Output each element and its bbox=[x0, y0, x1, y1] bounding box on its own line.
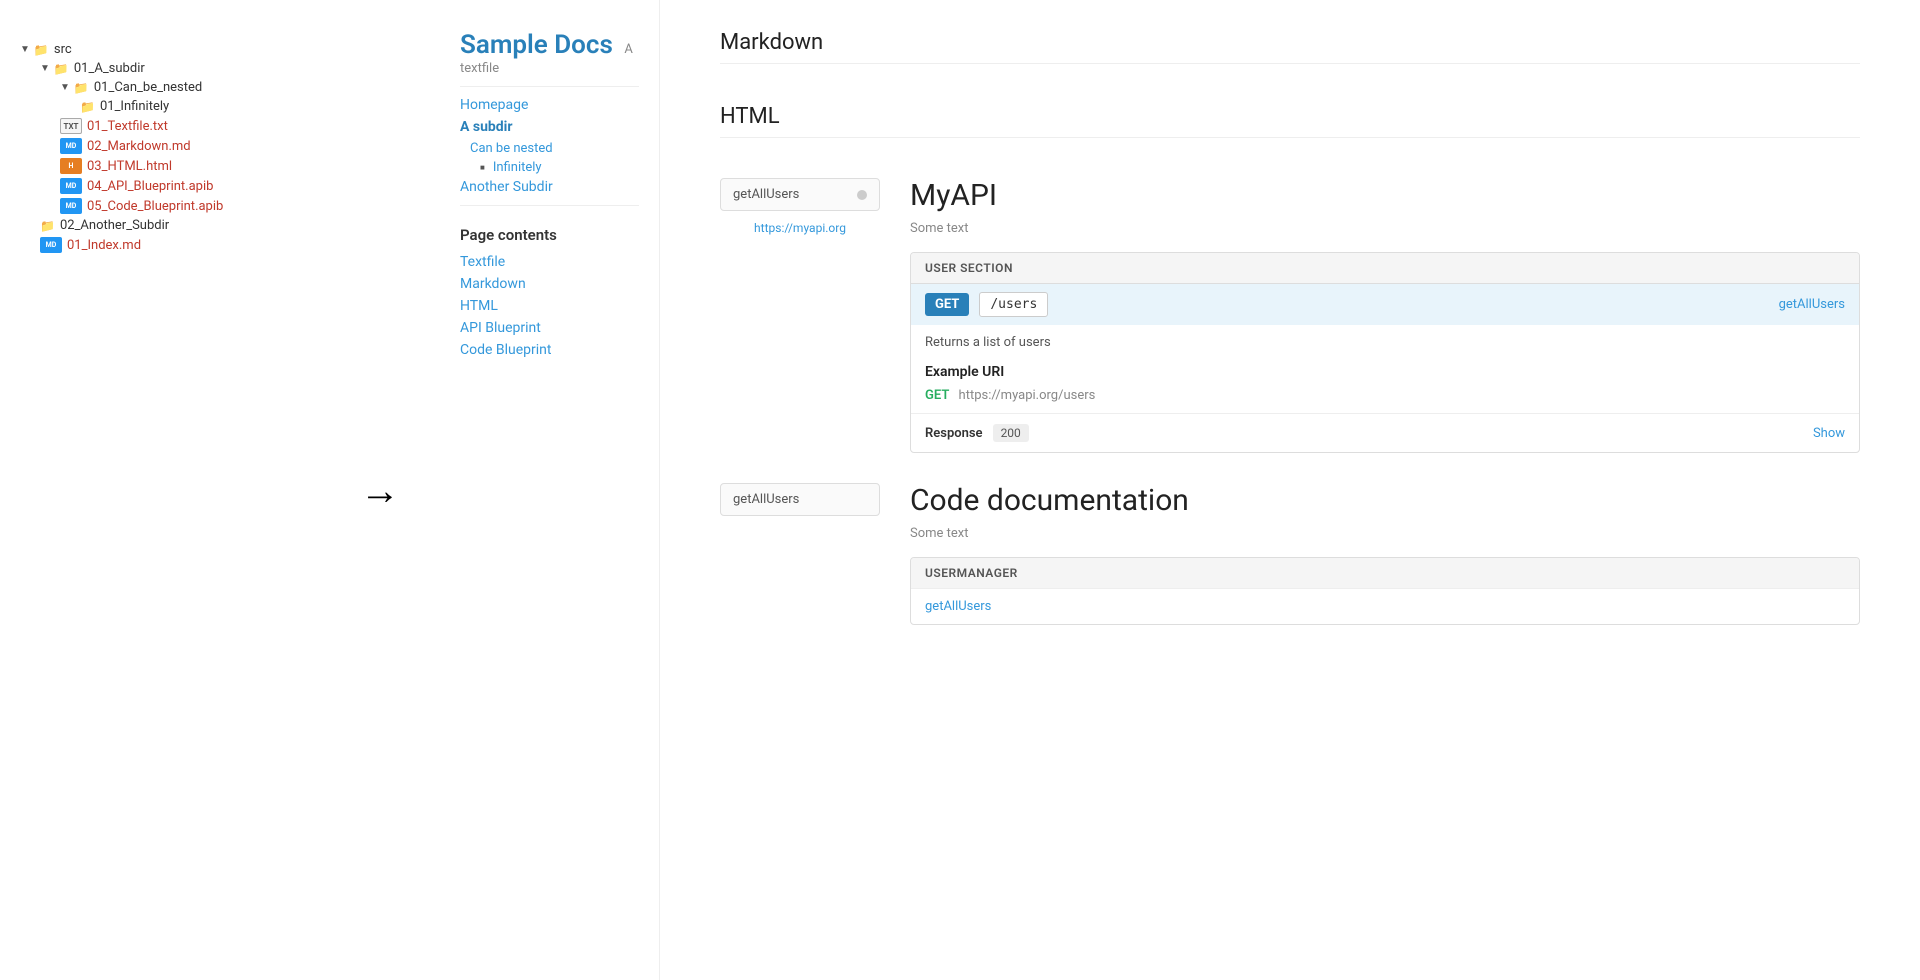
page-contents-heading: Page contents bbox=[460, 226, 639, 244]
example-uri-title: Example URI bbox=[911, 360, 1859, 384]
example-uri-value: GET https://myapi.org/users bbox=[911, 384, 1859, 413]
infinitely-label: 01_Infinitely bbox=[100, 99, 169, 114]
nav-content-code-blueprint[interactable]: Code Blueprint bbox=[460, 342, 639, 358]
code-doc-title: Code documentation bbox=[910, 483, 1860, 518]
folder-icon: 📁 bbox=[34, 43, 49, 57]
usermanager-header: USERMANAGER bbox=[911, 558, 1859, 588]
get-operation-id[interactable]: getAllUsers bbox=[1779, 297, 1845, 312]
html-link[interactable]: 03_HTML.html bbox=[87, 159, 172, 174]
textfile-link[interactable]: 01_Textfile.txt bbox=[87, 119, 168, 134]
tree-item-index[interactable]: MD 01_Index.md bbox=[40, 235, 300, 255]
nav-can-be-nested[interactable]: Can be nested bbox=[460, 141, 639, 156]
user-section-header: USER SECTION bbox=[911, 253, 1859, 283]
a-subdir-children: ▼ 📁 01_Can_be_nested 📁 01_Infinitely TXT… bbox=[40, 78, 300, 216]
chevron-down-icon: ▼ bbox=[20, 44, 30, 55]
code-blueprint-link[interactable]: 05_Code_Blueprint.apib bbox=[87, 199, 223, 214]
example-url: https://myapi.org/users bbox=[959, 388, 1096, 403]
a-subdir-label: 01_A_subdir bbox=[74, 61, 145, 76]
code-selector-label: getAllUsers bbox=[733, 492, 799, 507]
tree-item-textfile[interactable]: TXT 01_Textfile.txt bbox=[60, 116, 300, 136]
nav-content-api-blueprint[interactable]: API Blueprint bbox=[460, 320, 639, 336]
api-selector-dot bbox=[857, 190, 867, 200]
get-row[interactable]: GET /users getAllUsers bbox=[911, 283, 1859, 325]
example-get-label: GET bbox=[925, 388, 949, 403]
tree-item-a-subdir[interactable]: ▼ 📁 01_A_subdir bbox=[40, 59, 300, 78]
tree-item-can-be-nested[interactable]: ▼ 📁 01_Can_be_nested bbox=[60, 78, 300, 97]
api-content: MyAPI Some text USER SECTION GET /users … bbox=[910, 178, 1860, 453]
nav-content-html[interactable]: HTML bbox=[460, 298, 639, 314]
nav-infinitely-link[interactable]: Infinitely bbox=[493, 160, 542, 175]
index-link[interactable]: 01_Index.md bbox=[67, 238, 141, 253]
root-folder-name: src bbox=[54, 42, 72, 57]
get-path: /users bbox=[979, 292, 1048, 317]
html-heading: HTML bbox=[720, 104, 1860, 138]
nav-content-markdown[interactable]: Markdown bbox=[460, 276, 639, 292]
code-some-text: Some text bbox=[910, 526, 1860, 541]
nav-panel: Sample Docs A textfile Homepage A subdir… bbox=[440, 0, 660, 980]
code-selector-dropdown[interactable]: getAllUsers bbox=[720, 483, 880, 516]
getallusers-link[interactable]: getAllUsers bbox=[911, 588, 1859, 624]
get-description: Returns a list of users bbox=[911, 325, 1859, 360]
tree-item-another-subdir[interactable]: 📁 02_Another_Subdir bbox=[40, 216, 300, 235]
content-panel: Markdown HTML getAllUsers https://myapi.… bbox=[660, 0, 1920, 980]
response-show-button[interactable]: Show bbox=[1813, 426, 1845, 441]
markdown-heading: Markdown bbox=[720, 30, 1860, 64]
code-content: Code documentation Some text USERMANAGER… bbox=[910, 483, 1860, 625]
chevron-down-icon: ▼ bbox=[40, 63, 50, 74]
api-some-text: Some text bbox=[910, 221, 1860, 236]
section-markdown: Markdown bbox=[720, 30, 1860, 64]
tree-item-api-blueprint[interactable]: MD 04_API_Blueprint.apib bbox=[60, 176, 300, 196]
nav-divider-1 bbox=[460, 86, 639, 87]
nav-homepage[interactable]: Homepage bbox=[460, 97, 639, 113]
apib-badge: MD bbox=[60, 178, 82, 194]
tree-item-markdown[interactable]: MD 02_Markdown.md bbox=[60, 136, 300, 156]
response-code: 200 bbox=[993, 424, 1029, 442]
site-title: Sample Docs bbox=[460, 30, 613, 60]
api-selector-label: getAllUsers bbox=[733, 187, 799, 202]
api-blueprint-link[interactable]: 04_API_Blueprint.apib bbox=[87, 179, 213, 194]
md-badge-index: MD bbox=[40, 237, 62, 253]
api-url[interactable]: https://myapi.org bbox=[720, 221, 880, 235]
nav-another-subdir[interactable]: Another Subdir bbox=[460, 179, 639, 195]
api-sidebar: getAllUsers https://myapi.org bbox=[720, 178, 880, 453]
nav-content-textfile[interactable]: Textfile bbox=[460, 254, 639, 270]
root-children: ▼ 📁 01_A_subdir ▼ 📁 01_Can_be_nested 📁 0… bbox=[20, 59, 300, 255]
tree-item-infinitely[interactable]: 📁 01_Infinitely bbox=[80, 97, 300, 116]
usermanager-box: USERMANAGER getAllUsers bbox=[910, 557, 1860, 625]
api-title: MyAPI bbox=[910, 178, 1860, 213]
nav-bullet-infinitely: Infinitely bbox=[460, 160, 639, 175]
section-html: HTML bbox=[720, 104, 1860, 138]
another-subdir-label: 02_Another_Subdir bbox=[60, 218, 169, 233]
response-label: Response bbox=[925, 426, 983, 441]
tree-item-code-blueprint[interactable]: MD 05_Code_Blueprint.apib bbox=[60, 196, 300, 216]
nav-a-subdir[interactable]: A subdir bbox=[460, 119, 639, 135]
get-badge: GET bbox=[925, 293, 969, 316]
nav-divider-2 bbox=[460, 205, 639, 206]
chevron-down-icon: ▼ bbox=[60, 82, 70, 93]
file-tree: ▼ 📁 src ▼ 📁 01_A_subdir ▼ 📁 01_Can_be_ne… bbox=[0, 0, 320, 980]
markdown-link[interactable]: 02_Markdown.md bbox=[87, 139, 191, 154]
code-doc-section: getAllUsers Code documentation Some text… bbox=[720, 483, 1860, 625]
api-container: getAllUsers https://myapi.org MyAPI Some… bbox=[720, 178, 1860, 453]
txt-badge: TXT bbox=[60, 118, 82, 134]
can-be-nested-children: 📁 01_Infinitely bbox=[60, 97, 300, 116]
api-selector-dropdown[interactable]: getAllUsers bbox=[720, 178, 880, 211]
folder-icon: 📁 bbox=[74, 81, 89, 95]
arrow-section: → bbox=[320, 0, 440, 980]
response-row: Response 200 Show bbox=[911, 413, 1859, 452]
apib2-badge: MD bbox=[60, 198, 82, 214]
tree-root[interactable]: ▼ 📁 src bbox=[20, 40, 300, 59]
html-badge: H bbox=[60, 158, 82, 174]
arrow-right-icon: → bbox=[360, 467, 400, 514]
user-section-box: USER SECTION GET /users getAllUsers Retu… bbox=[910, 252, 1860, 453]
folder-icon: 📁 bbox=[40, 219, 55, 233]
can-be-nested-label: 01_Can_be_nested bbox=[94, 80, 202, 95]
folder-icon: 📁 bbox=[54, 62, 69, 76]
tree-item-html[interactable]: H 03_HTML.html bbox=[60, 156, 300, 176]
folder-icon: 📁 bbox=[80, 100, 95, 114]
md-badge: MD bbox=[60, 138, 82, 154]
code-selector: getAllUsers bbox=[720, 483, 880, 625]
